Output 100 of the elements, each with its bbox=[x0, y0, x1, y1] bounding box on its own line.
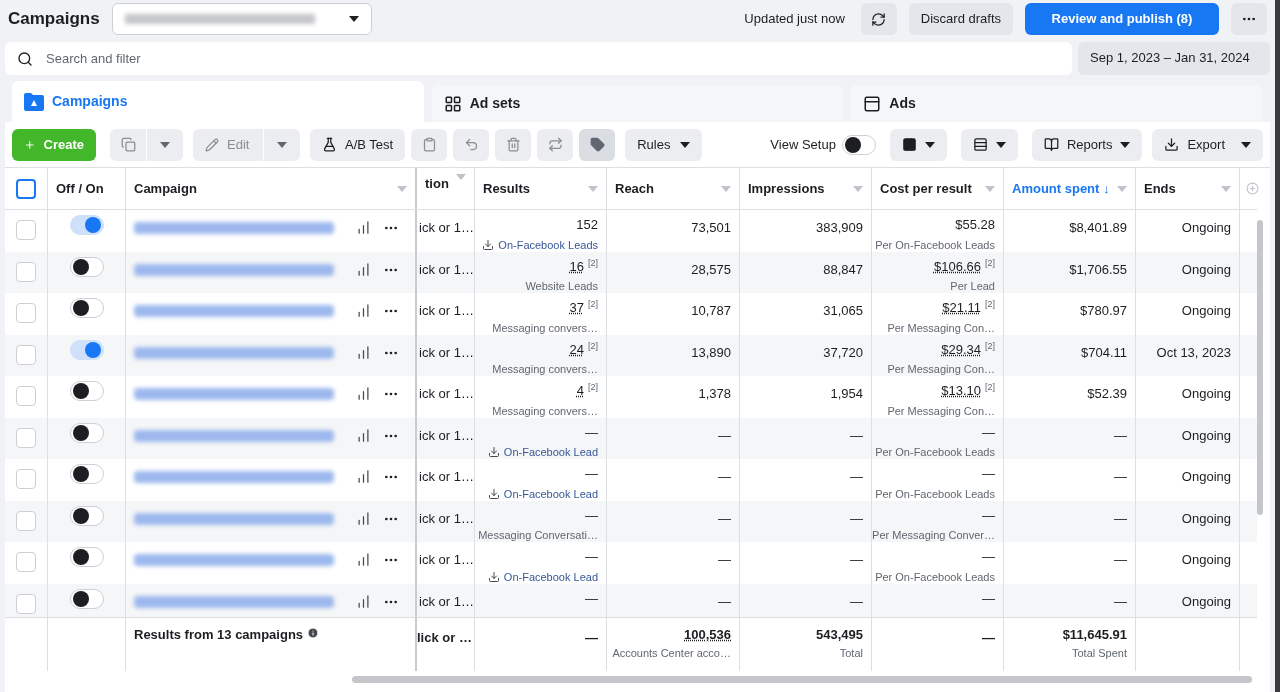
breakdown-button[interactable] bbox=[960, 128, 1018, 161]
reach-total: 100,536 bbox=[684, 626, 731, 644]
column-header[interactable]: Results bbox=[483, 178, 530, 199]
select-all-checkbox[interactable] bbox=[16, 178, 36, 199]
impressions-value: — bbox=[850, 510, 863, 526]
cell-value: $106.66 bbox=[934, 257, 981, 276]
row-checkbox[interactable] bbox=[16, 427, 36, 448]
spent-value: $52.39 bbox=[1087, 386, 1127, 401]
duplicate-menu-button[interactable] bbox=[147, 128, 183, 161]
toggle-switch[interactable] bbox=[69, 588, 104, 609]
caret-icon bbox=[924, 141, 935, 148]
date-range-picker[interactable]: Sep 1, 2023 – Jan 31, 2024 bbox=[1078, 41, 1270, 75]
row-checkbox[interactable] bbox=[16, 552, 36, 572]
bar-chart-icon[interactable] bbox=[356, 261, 371, 277]
vertical-scrollbar[interactable] bbox=[1257, 220, 1263, 515]
tab[interactable]: Ads bbox=[851, 85, 1263, 122]
grid-icon bbox=[443, 94, 462, 113]
row-checkbox[interactable] bbox=[16, 220, 36, 240]
bar-chart-icon[interactable] bbox=[356, 510, 371, 526]
column-header[interactable]: Impressions bbox=[748, 178, 825, 199]
discard-drafts-button[interactable]: Discard drafts bbox=[908, 3, 1013, 35]
reports-button[interactable]: Reports bbox=[1031, 128, 1143, 161]
rows-icon bbox=[972, 137, 988, 152]
publish-button[interactable]: Review and publish (8) bbox=[1025, 3, 1219, 35]
cell-value: 24 bbox=[569, 340, 584, 359]
results-total: — bbox=[585, 630, 598, 645]
toggle-switch[interactable] bbox=[69, 339, 104, 360]
toggle-switch[interactable] bbox=[69, 256, 104, 277]
toggle-switch[interactable] bbox=[69, 215, 104, 235]
result-link[interactable]: On-Facebook Leads bbox=[498, 236, 598, 253]
footnote-mark: [2] bbox=[985, 381, 995, 394]
trash-button[interactable] bbox=[495, 128, 532, 161]
toggle-switch[interactable] bbox=[69, 298, 104, 318]
swap-button[interactable] bbox=[537, 128, 574, 161]
horizontal-scrollbar[interactable] bbox=[352, 675, 1252, 683]
row-checkbox[interactable] bbox=[16, 469, 36, 489]
search-field[interactable]: Search and filter bbox=[5, 41, 1072, 75]
ends-value: Ongoing bbox=[1181, 510, 1231, 526]
rules-button[interactable]: Rules bbox=[625, 128, 703, 161]
delivery-text: ick or 1… bbox=[419, 261, 474, 277]
update-status: Updated just now bbox=[744, 10, 845, 29]
cell-value: 152 bbox=[576, 216, 598, 234]
spent-value: — bbox=[1114, 469, 1127, 484]
bar-chart-icon[interactable] bbox=[356, 552, 371, 567]
row-checkbox[interactable] bbox=[16, 303, 36, 323]
columns-button[interactable] bbox=[889, 128, 947, 161]
bar-chart-icon[interactable] bbox=[356, 386, 371, 401]
toggle-switch[interactable] bbox=[69, 422, 104, 443]
clipboard-button[interactable] bbox=[411, 128, 448, 161]
duplicate-button[interactable] bbox=[110, 128, 146, 161]
column-header[interactable]: Cost per result bbox=[880, 178, 972, 199]
cell-value: — bbox=[982, 423, 995, 442]
result-link[interactable]: On-Facebook Lead bbox=[503, 444, 598, 461]
result-type: Messaging Conversati… bbox=[478, 528, 598, 543]
column-header[interactable]: Off / On bbox=[56, 178, 104, 199]
cell-value: — bbox=[585, 548, 598, 566]
column-header[interactable]: Reach bbox=[615, 178, 655, 199]
row-checkbox[interactable] bbox=[16, 344, 36, 365]
bar-chart-icon[interactable] bbox=[356, 220, 371, 235]
toggle-switch[interactable] bbox=[841, 134, 876, 155]
column-header[interactable]: Campaign bbox=[134, 178, 197, 199]
row-checkbox[interactable] bbox=[16, 386, 36, 406]
refresh-button[interactable] bbox=[860, 3, 897, 35]
toggle-switch[interactable] bbox=[69, 464, 104, 484]
ends-value: Ongoing bbox=[1181, 220, 1231, 235]
column-header[interactable]: tion bbox=[425, 174, 449, 194]
bar-chart-icon[interactable] bbox=[356, 469, 371, 484]
column-header[interactable]: Amount spent ↓ bbox=[1012, 178, 1110, 199]
download-icon bbox=[487, 487, 500, 500]
result-link[interactable]: On-Facebook Lead bbox=[503, 485, 598, 502]
impressions-value: — bbox=[850, 593, 863, 609]
cell-value: $21.11 bbox=[942, 299, 981, 317]
reach-value: — bbox=[718, 552, 731, 567]
tag-button[interactable] bbox=[579, 128, 616, 161]
footnote-mark: [2] bbox=[985, 298, 995, 311]
footnote-mark: [2] bbox=[588, 339, 598, 353]
toggle-switch[interactable] bbox=[69, 381, 104, 401]
reach-value: 28,575 bbox=[691, 261, 731, 277]
caret-icon bbox=[160, 141, 170, 148]
cost-type: Per Messaging Con… bbox=[887, 403, 995, 419]
edit-menu-button[interactable] bbox=[264, 128, 300, 161]
row-checkbox[interactable] bbox=[16, 510, 36, 531]
footnote-mark: [2] bbox=[985, 339, 995, 353]
results-summary: Results from 13 campaigns bbox=[134, 626, 304, 644]
bar-chart-icon[interactable] bbox=[356, 303, 371, 318]
column-header[interactable]: Ends bbox=[1144, 178, 1176, 199]
row-checkbox[interactable] bbox=[16, 593, 36, 614]
tab[interactable]: Ad sets bbox=[431, 85, 844, 122]
toggle-switch[interactable] bbox=[69, 547, 104, 567]
bar-chart-icon[interactable] bbox=[356, 593, 371, 609]
caret-icon bbox=[1120, 141, 1131, 148]
row-checkbox[interactable] bbox=[16, 261, 36, 282]
ab-test-button[interactable]: A/B Test bbox=[310, 128, 406, 161]
tab[interactable]: Campaigns bbox=[12, 81, 424, 122]
toggle-switch[interactable] bbox=[69, 505, 104, 526]
bar-chart-icon[interactable] bbox=[356, 427, 371, 443]
export-button[interactable]: Export bbox=[1152, 128, 1263, 161]
sort-caret-icon bbox=[397, 185, 407, 192]
bar-chart-icon[interactable] bbox=[356, 344, 371, 360]
result-link[interactable]: On-Facebook Lead bbox=[503, 568, 598, 585]
